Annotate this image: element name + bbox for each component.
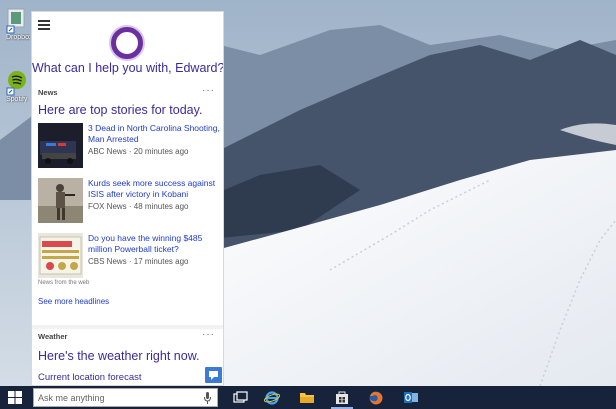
see-more-headlines-link[interactable]: See more headlines [38,297,109,306]
weather-more-options-button[interactable]: ··· [202,329,215,340]
news-headline[interactable]: 3 Dead in North Carolina Shooting, Man A… [88,123,220,145]
feedback-button[interactable] [205,367,222,383]
news-meta: CBS News · 17 minutes ago [88,257,189,266]
file-explorer-button[interactable] [292,386,322,409]
weather-card: Weather ··· Here's the weather right now… [32,329,223,385]
cortana-logo-icon [111,27,143,59]
taskbar [0,386,616,409]
spotify-icon [6,71,26,96]
news-card: News ··· Here are top stories for today.… [32,85,223,325]
hamburger-menu-icon[interactable] [38,20,50,30]
news-meta: FOX News · 48 minutes ago [88,202,189,211]
internet-explorer-button[interactable] [257,386,287,409]
news-meta: ABC News · 20 minutes ago [88,147,189,156]
task-view-icon [233,391,248,403]
news-story[interactable]: 3 Dead in North Carolina Shooting, Man A… [38,123,220,169]
news-story[interactable]: Do you have the winning $485 million Pow… [38,233,220,279]
news-headline[interactable]: Kurds seek more success against ISIS aft… [88,178,220,200]
store-button[interactable] [327,386,357,409]
weather-forecast-link[interactable]: Current location forecast [38,372,142,383]
weather-card-header: Weather ··· [32,329,223,345]
news-headline[interactable]: Do you have the winning $485 million Pow… [88,233,220,255]
news-card-title: News [38,88,58,97]
news-card-header: News ··· [32,85,223,101]
chat-bubble-icon [209,371,218,380]
weather-heading: Here's the weather right now. [38,349,200,363]
start-button[interactable] [0,386,31,409]
cortana-greeting: What can I help you with, Edward? [32,61,224,75]
dropbox-icon [6,8,25,34]
cortana-header: What can I help you with, Edward? [32,12,223,85]
search-box[interactable] [33,388,218,407]
news-source-note: News from the web [38,280,90,286]
news-thumbnail[interactable] [38,178,83,223]
store-bag-icon [336,391,348,404]
news-story[interactable]: Kurds seek more success against ISIS aft… [38,178,220,224]
desktop-icon-label: Spotify [6,96,28,103]
microphone-icon[interactable] [204,392,211,404]
folder-icon [300,393,314,403]
internet-explorer-icon [264,391,280,405]
firefox-icon [369,391,383,405]
task-view-button[interactable] [226,386,256,409]
weather-card-title: Weather [38,332,68,341]
desktop-icon-spotify[interactable]: Spotify [6,70,34,103]
firefox-button[interactable] [361,386,391,409]
news-heading: Here are top stories for today. [38,103,203,117]
news-thumbnail[interactable] [38,233,83,278]
windows-logo-icon [8,391,22,404]
cortana-panel: What can I help you with, Edward? News ·… [31,11,224,386]
desktop-icon-label: Dropbox [6,34,30,41]
outlook-button[interactable] [396,386,426,409]
outlook-icon [404,392,418,403]
desktop-icon-dropbox[interactable]: Dropbox [6,8,34,41]
search-input[interactable] [38,391,198,405]
news-thumbnail[interactable] [38,123,83,168]
news-more-options-button[interactable]: ··· [202,85,215,96]
